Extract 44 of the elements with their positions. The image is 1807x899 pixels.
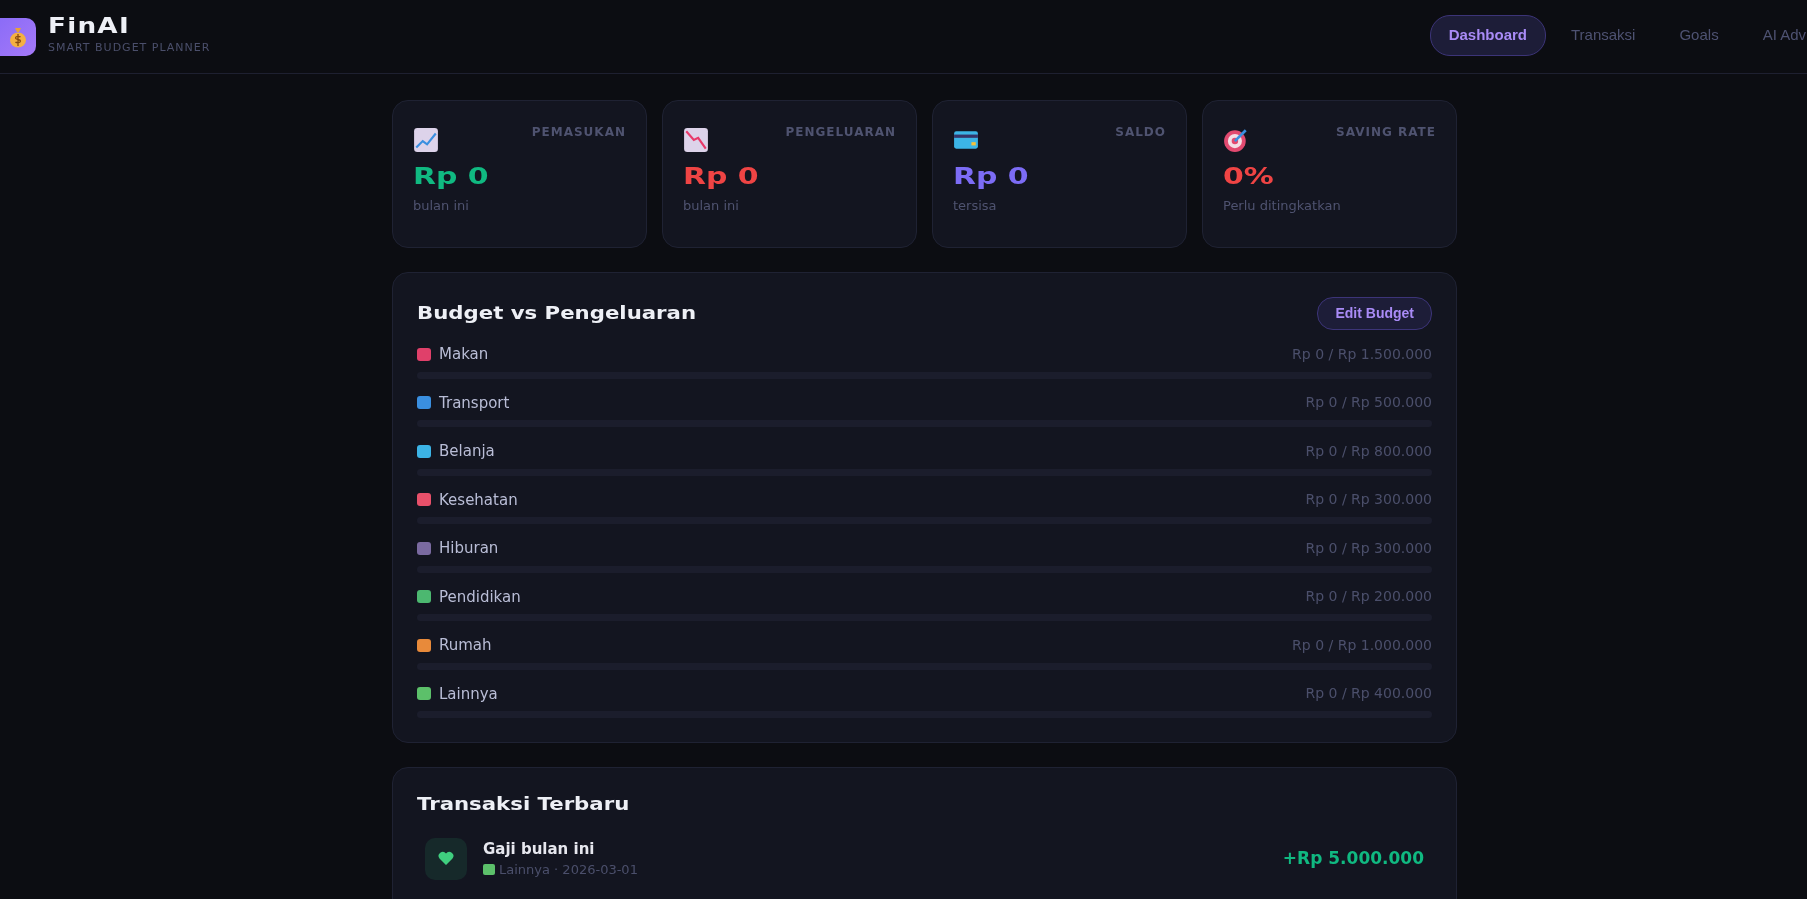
transaction-meta: Lainnya · 2026-03-01	[499, 861, 638, 879]
stat-value: Rp 0	[413, 162, 489, 191]
nav-tab[interactable]: Goals	[1660, 15, 1738, 56]
stat-note: tersisa	[953, 196, 998, 215]
budget-amount: Rp 0 / Rp 1.000.000	[1292, 635, 1432, 655]
app-tagline: SMART BUDGET PLANNER	[48, 40, 211, 57]
section-title: Transaksi Terbaru	[417, 793, 630, 816]
budget-amount: Rp 0 / Rp 800.000	[1305, 441, 1432, 461]
category-name: Lainnya	[439, 683, 498, 705]
budget-amount: Rp 0 / Rp 500.000	[1305, 393, 1432, 413]
stat-note: bulan ini	[413, 196, 470, 215]
edit-budget-button[interactable]: Edit Budget	[1317, 297, 1432, 330]
stat-label: SAVING RATE	[1336, 124, 1436, 141]
budget-amount: Rp 0 / Rp 300.000	[1305, 538, 1432, 558]
falling-chart-icon	[683, 127, 709, 153]
nav-tab[interactable]: Transaksi	[1552, 15, 1655, 56]
budget-amount: Rp 0 / Rp 300.000	[1305, 490, 1432, 510]
nav-tab[interactable]: Dashboard	[1429, 15, 1546, 56]
stat-label: PEMASUKAN	[531, 124, 626, 141]
transaction-name: Gaji bulan ini	[483, 838, 596, 860]
target-icon	[1223, 127, 1249, 153]
stat-value: Rp 0	[953, 162, 1029, 191]
stat-note: Perlu ditingkatkan	[1223, 196, 1342, 215]
logo-icon	[0, 17, 36, 56]
nav-tab[interactable]: AI Adv	[1743, 15, 1807, 56]
budget-amount: Rp 0 / Rp 400.000	[1305, 684, 1432, 704]
budget-amount: Rp 0 / Rp 200.000	[1305, 587, 1432, 607]
transaction-amount: +Rp 5.000.000	[1282, 846, 1424, 870]
stat-note: bulan ini	[683, 196, 740, 215]
rising-chart-icon	[413, 127, 439, 153]
category-name: Pendidikan	[439, 586, 521, 608]
category-name: Belanja	[439, 441, 495, 462]
stat-label: SALDO	[1115, 124, 1166, 141]
stat-label: PENGELUARAN	[785, 124, 896, 141]
stat-value: 0%	[1223, 162, 1274, 191]
category-name: Hiburan	[439, 538, 499, 559]
stat-value: Rp 0	[683, 162, 759, 191]
budget-amount: Rp 0 / Rp 1.500.000	[1292, 344, 1432, 364]
category-name: Kesehatan	[439, 489, 518, 511]
category-name: Makan	[439, 344, 489, 365]
app-title: FinAI	[48, 16, 130, 38]
section-title: Budget vs Pengeluaran	[417, 301, 697, 325]
category-name: Rumah	[439, 635, 492, 656]
category-name: Transport	[439, 392, 510, 414]
